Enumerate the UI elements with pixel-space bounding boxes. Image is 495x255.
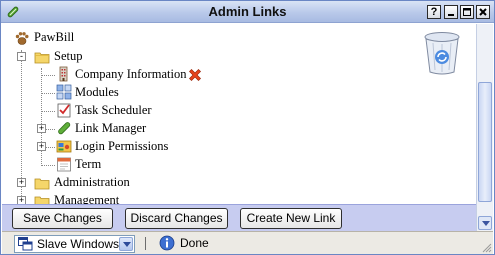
tree-node-label: PawBill bbox=[34, 30, 75, 44]
tree-node-task-scheduler[interactable]: Task Scheduler bbox=[56, 102, 166, 120]
status-bar: Slave Windows Done bbox=[2, 231, 493, 254]
calendar-icon bbox=[57, 157, 71, 172]
checklist-icon bbox=[57, 103, 71, 118]
expand-toggle-management[interactable]: + bbox=[17, 196, 26, 204]
paw-icon bbox=[15, 32, 29, 45]
save-changes-button[interactable]: Save Changes bbox=[12, 208, 113, 229]
link-tree: PawBill - Setup Company Information Modu… bbox=[2, 24, 476, 204]
status-separator bbox=[145, 237, 146, 250]
tree-node-label: Management bbox=[54, 193, 120, 204]
recycle-bin-icon[interactable] bbox=[422, 30, 462, 76]
window-title: Admin Links bbox=[208, 4, 287, 19]
info-icon bbox=[159, 235, 175, 251]
status-message: Done bbox=[180, 236, 209, 250]
tree-node-label: Administration bbox=[54, 175, 130, 189]
close-button[interactable] bbox=[476, 5, 490, 19]
close-icon bbox=[479, 8, 487, 16]
tree-node-label: Company Information bbox=[75, 67, 187, 81]
admin-links-window: Admin Links ? PawBill - Setup Company In… bbox=[0, 0, 495, 255]
tree-node-management[interactable]: Management bbox=[34, 192, 144, 204]
tree-guide bbox=[41, 111, 55, 112]
window-mode-label: Slave Windows bbox=[37, 237, 120, 251]
maximize-icon bbox=[463, 8, 471, 16]
maximize-button[interactable] bbox=[460, 5, 474, 19]
resize-grip-icon[interactable] bbox=[482, 243, 492, 253]
scroll-down-arrow[interactable] bbox=[478, 216, 492, 230]
tree-node-label: Task Scheduler bbox=[75, 103, 152, 117]
building-icon bbox=[59, 66, 68, 82]
folder-icon bbox=[34, 178, 50, 190]
folder-open-icon bbox=[34, 52, 50, 64]
folder-icon bbox=[34, 196, 50, 204]
tree-node-label: Link Manager bbox=[75, 121, 147, 135]
expand-toggle-administration[interactable]: + bbox=[17, 178, 26, 187]
minimize-button[interactable] bbox=[444, 5, 458, 19]
tree-node-administration[interactable]: Administration bbox=[34, 174, 144, 192]
delete-x-icon[interactable] bbox=[187, 67, 203, 83]
expand-toggle-login-permissions[interactable]: + bbox=[37, 142, 46, 151]
tree-node-label: Setup bbox=[54, 49, 83, 63]
tree-node-term[interactable]: Term bbox=[56, 156, 116, 174]
expand-toggle-link-manager[interactable]: + bbox=[37, 124, 46, 133]
tree-guide bbox=[46, 147, 55, 148]
discard-changes-button[interactable]: Discard Changes bbox=[125, 208, 228, 229]
help-button[interactable]: ? bbox=[427, 5, 441, 19]
permissions-icon bbox=[56, 140, 72, 153]
window-mode-select[interactable]: Slave Windows bbox=[14, 235, 135, 253]
tree-node-label: Term bbox=[75, 157, 102, 171]
tree-node-company-information[interactable]: Company Information bbox=[56, 66, 216, 84]
tree-node-label: Modules bbox=[75, 85, 119, 99]
windows-icon bbox=[18, 237, 33, 251]
title-bar[interactable]: Admin Links ? bbox=[1, 1, 494, 23]
button-bar: Save Changes Discard Changes Create New … bbox=[2, 204, 476, 231]
tree-guide bbox=[41, 68, 42, 166]
minimize-icon bbox=[448, 14, 454, 16]
tree-node-modules[interactable]: Modules bbox=[56, 84, 136, 102]
tree-node-login-permissions[interactable]: Login Permissions bbox=[56, 138, 176, 156]
chevron-down-icon[interactable] bbox=[119, 237, 133, 251]
modules-icon bbox=[56, 84, 72, 100]
create-new-link-button[interactable]: Create New Link bbox=[240, 208, 342, 229]
tree-node-link-manager[interactable]: Link Manager bbox=[56, 120, 156, 138]
collapse-toggle-setup[interactable]: - bbox=[17, 52, 26, 61]
tree-node-pawbill[interactable]: PawBill bbox=[14, 29, 114, 47]
tree-node-setup[interactable]: Setup bbox=[34, 48, 94, 66]
tree-guide bbox=[41, 165, 55, 166]
tree-guide bbox=[41, 93, 55, 94]
link-icon bbox=[58, 122, 71, 135]
tree-guide bbox=[41, 75, 55, 76]
tree-node-label: Login Permissions bbox=[75, 139, 169, 153]
tree-guide bbox=[46, 129, 55, 130]
vertical-scrollbar[interactable] bbox=[476, 24, 493, 231]
scrollbar-thumb[interactable] bbox=[478, 82, 492, 202]
